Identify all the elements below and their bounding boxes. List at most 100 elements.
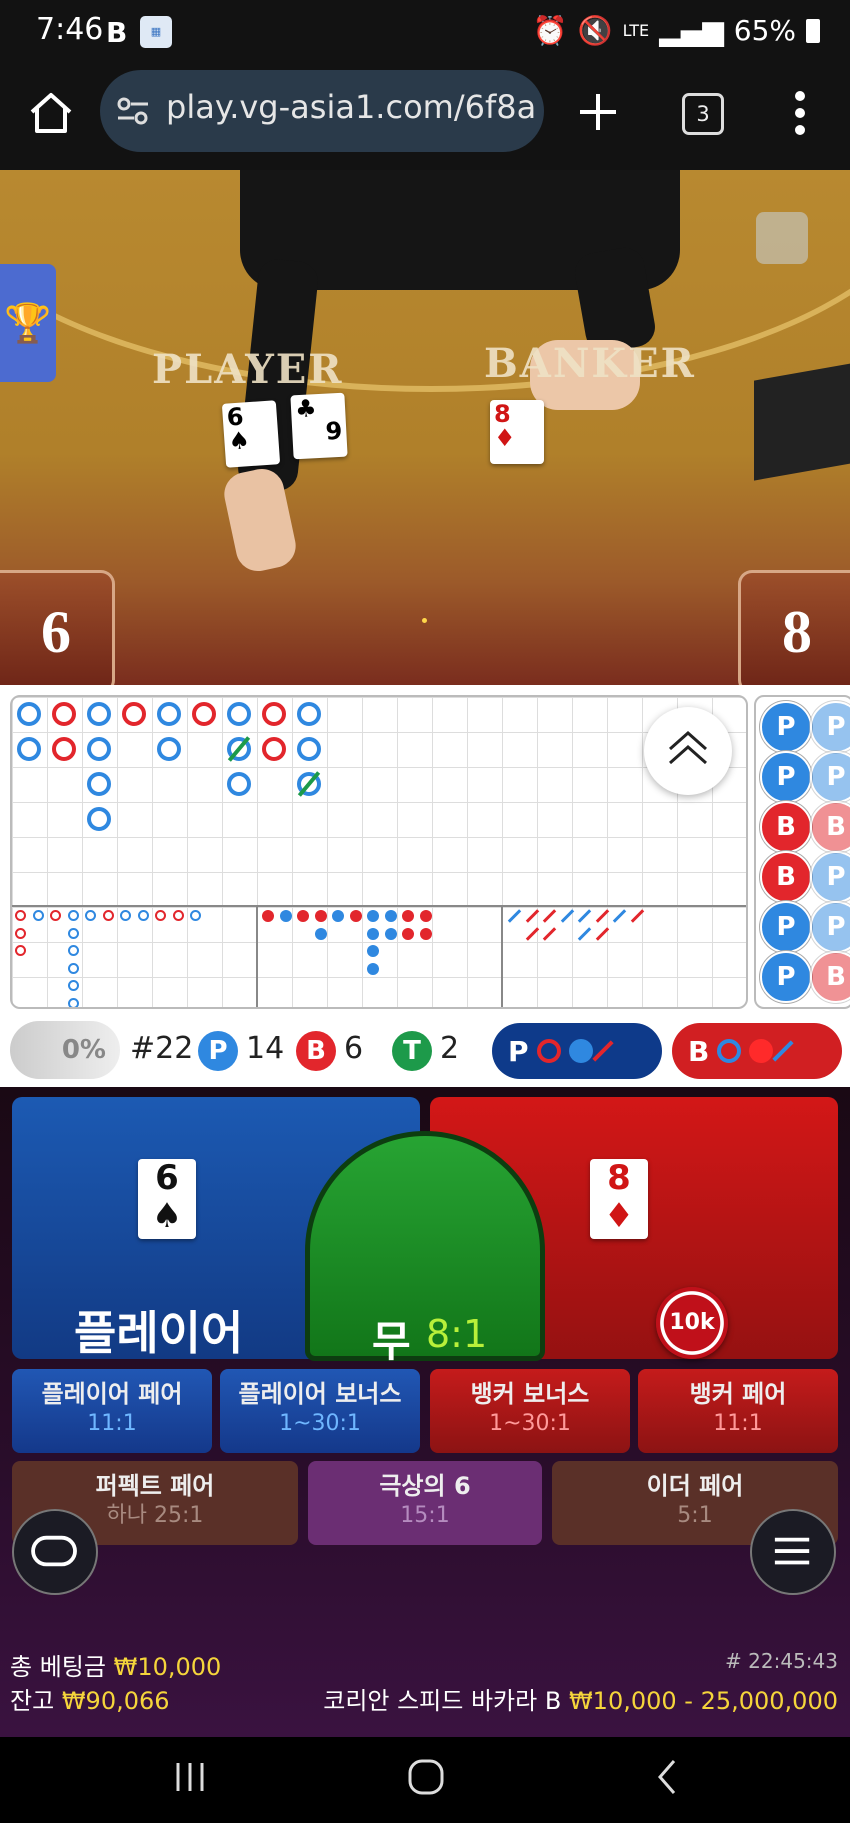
fullscreen-icon[interactable] xyxy=(756,212,808,264)
big-road-mark xyxy=(262,737,286,761)
player-ask-button[interactable]: P xyxy=(492,1023,662,1079)
big-eye-mark xyxy=(32,910,44,921)
table-info: 코리안 스피드 바카라 B ₩10,000 - 25,000,000 xyxy=(323,1687,838,1715)
expand-roadmap-button[interactable] xyxy=(644,707,732,795)
signal-icon: ▂▄▆ xyxy=(659,14,724,47)
player-count: 14 xyxy=(246,1031,285,1066)
b-app-icon: B xyxy=(106,16,128,49)
back-icon[interactable] xyxy=(648,1757,688,1797)
cockroach-mark xyxy=(560,909,574,923)
big-eye-mark xyxy=(15,910,26,921)
big-road-mark xyxy=(17,737,41,761)
small-road-mark xyxy=(367,945,379,957)
banker-score: 8 xyxy=(738,570,850,685)
cockroach-mark xyxy=(542,909,557,923)
chat-button[interactable] xyxy=(12,1509,98,1595)
big-road-mark xyxy=(52,702,76,726)
balance: 잔고 ₩90,066 xyxy=(10,1687,170,1715)
bead: B xyxy=(760,851,812,903)
stats-bar: 0% #22 P 14 B 6 T 2 P B xyxy=(0,1015,850,1087)
tie-label: 무 xyxy=(372,1317,411,1366)
big-road-mark xyxy=(87,702,111,726)
big-road-mark xyxy=(157,737,181,761)
site-settings-icon[interactable] xyxy=(116,94,150,128)
battery-icon xyxy=(806,18,820,43)
big-eye-mark xyxy=(67,962,79,974)
banker-count-icon: B xyxy=(296,1031,336,1071)
big-eye-mark xyxy=(67,945,79,956)
big-road-mark xyxy=(157,702,181,726)
roadmap-panel: P P B B P P P P B P P B xyxy=(0,685,850,1015)
small-road-mark xyxy=(297,910,309,922)
more-menu-icon[interactable] xyxy=(790,88,810,138)
cockroach-mark xyxy=(630,909,644,923)
player-card-1: 6 ♠ xyxy=(221,400,281,468)
status-bar: 7:46 B ▦ ⏰ 🔇 LTE ▂▄▆ 65% xyxy=(0,0,850,66)
home-nav-icon[interactable] xyxy=(404,1755,448,1799)
tab-count-button[interactable]: 3 xyxy=(682,93,724,135)
hamburger-icon xyxy=(774,1537,810,1565)
small-road-mark xyxy=(367,927,379,940)
banker-pair-bet[interactable]: 뱅커 페어 11:1 xyxy=(638,1369,838,1453)
small-road-mark xyxy=(314,927,327,940)
big-eye-mark xyxy=(50,910,61,921)
table-banker-label: BANKER xyxy=(484,340,696,387)
new-tab-icon[interactable] xyxy=(574,88,622,136)
banker-bonus-bet[interactable]: 뱅커 보너스 1~30:1 xyxy=(430,1369,630,1453)
super-six-bet[interactable]: 극상의 6 15:1 xyxy=(308,1461,542,1545)
system-nav-bar xyxy=(0,1737,850,1823)
big-eye-mark xyxy=(15,927,26,939)
big-road xyxy=(10,695,748,1009)
big-eye-mark xyxy=(155,910,166,921)
percent-toggle[interactable]: 0% xyxy=(10,1021,120,1079)
big-eye-icon xyxy=(717,1039,742,1063)
card-shoe xyxy=(754,359,850,481)
calendar-icon: ▦ xyxy=(140,16,172,48)
round-number: #22 xyxy=(130,1031,194,1066)
big-eye-icon xyxy=(536,1039,561,1063)
big-road-mark xyxy=(87,737,111,761)
chip-10k[interactable]: 10k xyxy=(656,1287,728,1359)
cockroach-mark xyxy=(595,909,609,923)
small-road-mark xyxy=(367,962,379,975)
big-road-mark xyxy=(52,737,76,761)
big-eye-mark xyxy=(67,980,79,991)
cockroach-mark xyxy=(577,909,592,923)
menu-button[interactable] xyxy=(750,1509,836,1595)
trophy-icon[interactable]: 🏆 xyxy=(0,264,56,382)
home-icon[interactable] xyxy=(26,88,76,138)
big-eye-mark xyxy=(67,997,79,1007)
small-road-mark xyxy=(262,910,274,922)
tie-count: 2 xyxy=(440,1031,460,1066)
address-bar[interactable]: play.vg-asia1.com/6f8a2 xyxy=(100,70,544,152)
small-road-mark xyxy=(314,910,327,922)
small-road-mark xyxy=(402,927,414,940)
url-text[interactable]: play.vg-asia1.com/6f8a2 xyxy=(166,88,536,126)
game-id: # 22:45:43 xyxy=(725,1649,838,1673)
bead: P xyxy=(760,951,812,1003)
player-bonus-bet[interactable]: 플레이어 보너스 1~30:1 xyxy=(220,1369,420,1453)
small-road-icon xyxy=(568,1039,593,1063)
bead: B xyxy=(760,801,812,853)
player-pair-bet[interactable]: 플레이어 페어 11:1 xyxy=(12,1369,212,1453)
banker-ask-button[interactable]: B xyxy=(672,1023,842,1079)
table-player-label: PLAYER xyxy=(152,346,344,393)
big-eye-mark xyxy=(102,910,114,921)
big-road-mark xyxy=(227,702,251,726)
small-road-mark xyxy=(402,910,414,922)
big-road-mark xyxy=(17,702,41,726)
cockroach-mark xyxy=(525,926,539,941)
big-road-mark xyxy=(227,772,251,796)
big-eye-mark xyxy=(67,927,79,939)
mute-icon: 🔇 xyxy=(577,14,613,47)
bead-road: P P B B P P P P B P P B xyxy=(754,695,850,1009)
big-eye-mark xyxy=(120,910,131,921)
big-road-mark xyxy=(262,702,286,726)
small-road-mark xyxy=(419,910,432,922)
tie-bet-area[interactable]: 무 8:1 xyxy=(305,1131,545,1366)
small-road-icon xyxy=(749,1039,774,1063)
small-road-mark xyxy=(384,927,397,940)
bead: P xyxy=(760,901,812,953)
cockroach-icon xyxy=(772,1040,794,1062)
recent-apps-icon[interactable] xyxy=(170,1757,210,1797)
